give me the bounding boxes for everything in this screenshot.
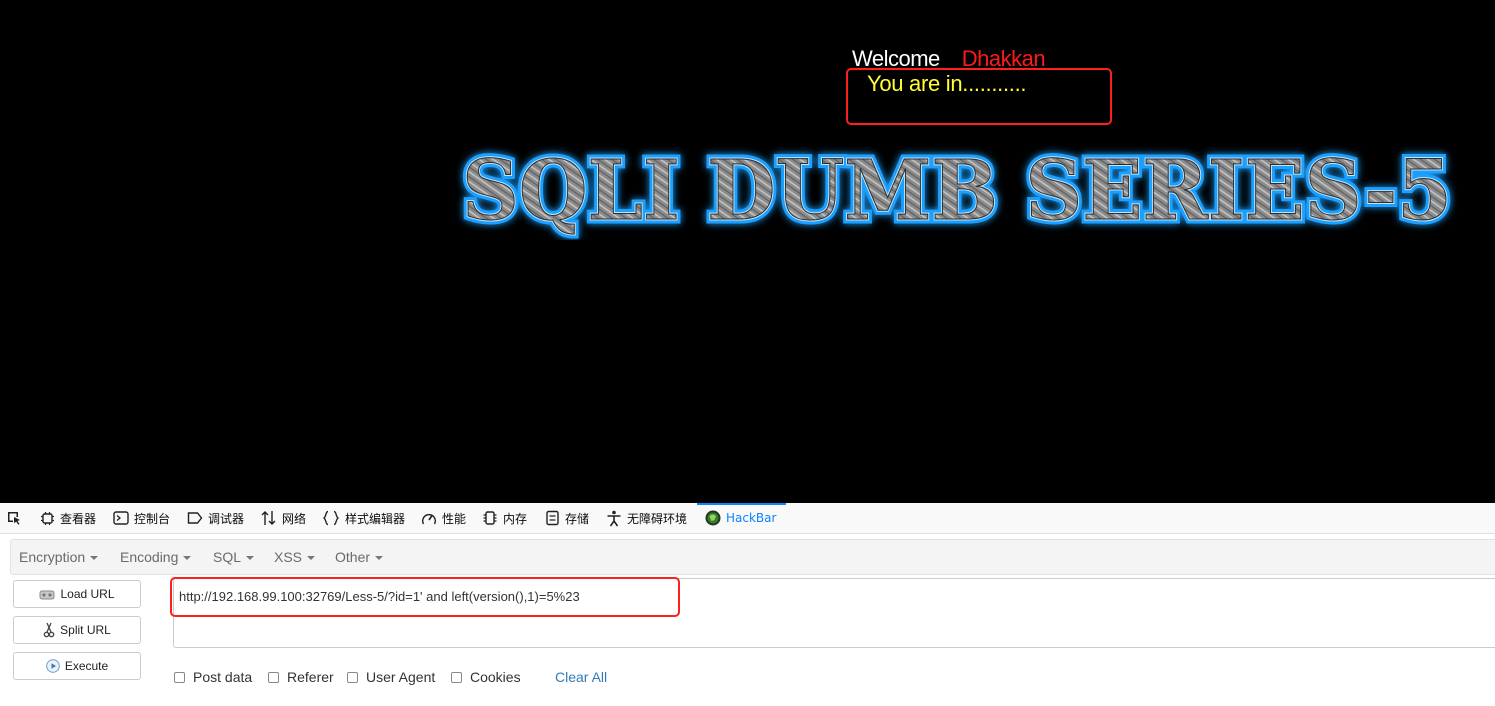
inspector-icon	[41, 511, 54, 525]
play-icon	[46, 659, 60, 673]
user-agent-option[interactable]: User Agent	[347, 669, 435, 685]
option-label: Cookies	[470, 669, 521, 685]
style-editor-icon	[322, 510, 340, 526]
referer-option[interactable]: Referer	[268, 669, 334, 685]
tab-label: 无障碍环境	[627, 511, 688, 526]
load-url-button[interactable]: Load URL	[13, 580, 141, 608]
console-icon	[113, 511, 129, 525]
tab-performance[interactable]: 性能	[421, 503, 466, 533]
tab-accessibility[interactable]: 无障碍环境	[606, 503, 687, 533]
tab-network[interactable]: 网络	[260, 503, 306, 533]
hackbar-menu-bar: Encryption Encoding SQL XSS Other	[10, 539, 1495, 575]
element-picker-icon	[8, 512, 20, 525]
button-label: Load URL	[60, 587, 115, 601]
option-label: Referer	[287, 669, 334, 685]
status-text: You are in...........	[867, 71, 1027, 96]
menu-xss[interactable]: XSS	[274, 549, 316, 565]
caret-down-icon	[375, 556, 384, 561]
menu-encoding[interactable]: Encoding	[120, 549, 192, 565]
menu-label: Encryption	[19, 549, 86, 565]
button-label: Split URL	[60, 623, 111, 637]
cookies-checkbox[interactable]	[451, 671, 462, 683]
memory-icon	[483, 511, 497, 525]
menu-label: Encoding	[120, 549, 179, 565]
tab-inspector[interactable]: 查看器	[40, 503, 96, 533]
button-label: Execute	[64, 659, 109, 673]
tab-memory[interactable]: 内存	[482, 503, 527, 533]
tab-label: 查看器	[60, 511, 97, 526]
menu-label: SQL	[213, 549, 242, 565]
cookies-option[interactable]: Cookies	[451, 669, 521, 685]
element-picker-button[interactable]	[6, 503, 27, 533]
caret-down-icon	[90, 556, 99, 561]
tab-label: 样式编辑器	[345, 511, 406, 526]
devtools-toolbar: 查看器 控制台 调试器 网络 样式编辑器 性能 内存 存储 无障碍环境 Hack…	[0, 503, 1495, 534]
referer-checkbox[interactable]	[268, 671, 279, 683]
tab-label: HackBar	[726, 511, 777, 525]
url-highlight-box	[170, 577, 680, 617]
tab-label: 控制台	[134, 511, 171, 526]
post-data-checkbox[interactable]	[174, 671, 185, 683]
page-viewport: Welcome Dhakkan You are in........... SQL…	[0, 0, 1495, 503]
caret-down-icon	[183, 556, 192, 561]
tab-label: 内存	[503, 511, 528, 526]
tab-label: 存储	[565, 511, 590, 526]
option-label: Post data	[193, 669, 253, 685]
menu-label: Other	[335, 549, 371, 565]
load-url-icon	[39, 590, 55, 600]
user-agent-checkbox[interactable]	[347, 671, 358, 683]
debugger-icon	[187, 512, 203, 524]
hackbar-icon	[705, 510, 721, 526]
clear-all-link[interactable]: Clear All	[555, 669, 607, 685]
tab-label: 调试器	[208, 511, 245, 526]
tab-storage[interactable]: 存储	[545, 503, 589, 533]
tab-label: 网络	[282, 511, 307, 526]
menu-other[interactable]: Other	[335, 549, 384, 565]
title-text: SQLI DUMB SERIES-5	[462, 143, 1452, 239]
storage-icon	[546, 510, 559, 526]
tab-console[interactable]: 控制台	[113, 503, 170, 533]
caret-down-icon	[246, 556, 255, 561]
tab-label: 性能	[442, 511, 467, 526]
menu-sql[interactable]: SQL	[213, 549, 255, 565]
accessibility-icon	[607, 510, 621, 526]
post-data-option[interactable]: Post data	[174, 669, 252, 685]
network-icon	[261, 511, 276, 525]
scissors-icon	[43, 622, 55, 638]
menu-label: XSS	[274, 549, 303, 565]
split-url-button[interactable]: Split URL	[13, 616, 141, 644]
caret-down-icon	[307, 556, 316, 561]
tab-style-editor[interactable]: 样式编辑器	[322, 503, 405, 533]
performance-icon	[422, 513, 436, 524]
execute-button[interactable]: Execute	[13, 652, 141, 680]
menu-encryption[interactable]: Encryption	[19, 549, 99, 565]
tab-debugger[interactable]: 调试器	[187, 503, 244, 533]
sqli-title-image: SQLI DUMB SERIES-5 SQLI DUMB SERIES-5 SQ…	[458, 140, 1457, 240]
option-label: User Agent	[366, 669, 436, 685]
tab-hackbar[interactable]: HackBar	[696, 503, 787, 533]
